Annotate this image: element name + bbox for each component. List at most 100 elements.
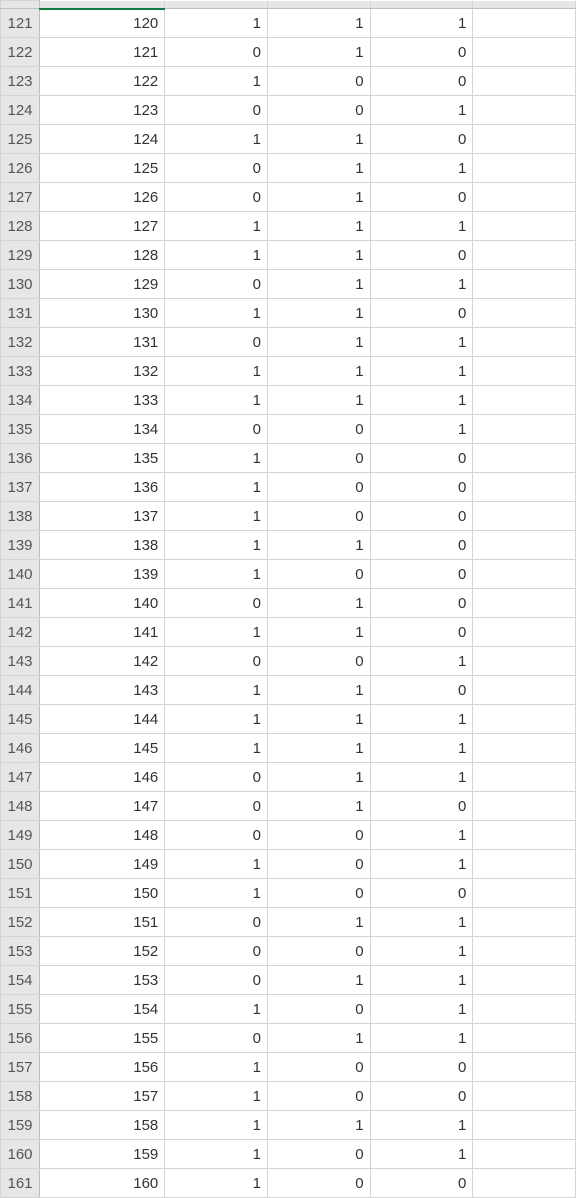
column-header-row[interactable] [1, 1, 576, 9]
cell[interactable]: 0 [165, 270, 268, 299]
cell[interactable]: 0 [165, 38, 268, 67]
cell[interactable] [473, 415, 576, 444]
cell[interactable]: 1 [370, 763, 473, 792]
cell[interactable]: 1 [267, 734, 370, 763]
cell[interactable]: 1 [267, 328, 370, 357]
cell[interactable] [473, 299, 576, 328]
cell[interactable]: 0 [370, 125, 473, 154]
cell[interactable] [473, 647, 576, 676]
cell[interactable]: 135 [40, 444, 165, 473]
cell[interactable]: 151 [40, 908, 165, 937]
cell[interactable]: 1 [165, 1169, 268, 1198]
cell[interactable]: 1 [165, 850, 268, 879]
cell[interactable]: 0 [267, 1169, 370, 1198]
cell[interactable] [473, 67, 576, 96]
cell[interactable] [473, 1169, 576, 1198]
cell[interactable]: 1 [370, 647, 473, 676]
cell[interactable]: 1 [267, 183, 370, 212]
cell[interactable]: 147 [40, 792, 165, 821]
cell[interactable]: 0 [370, 67, 473, 96]
cell[interactable]: 1 [370, 212, 473, 241]
cell[interactable]: 0 [370, 183, 473, 212]
column-header-d[interactable] [370, 1, 473, 9]
cell[interactable] [473, 966, 576, 995]
row-header[interactable]: 136 [1, 444, 40, 473]
cell[interactable] [473, 560, 576, 589]
row-header[interactable]: 130 [1, 270, 40, 299]
cell[interactable]: 1 [267, 792, 370, 821]
cell[interactable]: 1 [165, 444, 268, 473]
cell[interactable]: 1 [267, 705, 370, 734]
cell[interactable]: 146 [40, 763, 165, 792]
cell[interactable]: 142 [40, 647, 165, 676]
cell[interactable]: 0 [370, 473, 473, 502]
cell[interactable]: 1 [267, 1024, 370, 1053]
cell[interactable]: 0 [267, 415, 370, 444]
cell[interactable]: 1 [267, 618, 370, 647]
cell[interactable] [473, 531, 576, 560]
cell[interactable]: 1 [165, 705, 268, 734]
cell[interactable]: 1 [165, 995, 268, 1024]
cell[interactable] [473, 328, 576, 357]
row-header[interactable]: 148 [1, 792, 40, 821]
cell[interactable]: 1 [165, 67, 268, 96]
cell[interactable]: 0 [165, 96, 268, 125]
cell[interactable]: 124 [40, 125, 165, 154]
cell[interactable]: 0 [370, 589, 473, 618]
row-header[interactable]: 161 [1, 1169, 40, 1198]
cell[interactable] [473, 1053, 576, 1082]
cell[interactable]: 0 [267, 502, 370, 531]
cell[interactable] [473, 763, 576, 792]
row-header[interactable]: 122 [1, 38, 40, 67]
cell[interactable]: 129 [40, 270, 165, 299]
cell[interactable]: 1 [267, 270, 370, 299]
cell[interactable]: 1 [165, 241, 268, 270]
cell[interactable]: 141 [40, 618, 165, 647]
cell[interactable]: 159 [40, 1140, 165, 1169]
cell[interactable] [473, 1111, 576, 1140]
row-header[interactable]: 146 [1, 734, 40, 763]
cell[interactable]: 0 [267, 1053, 370, 1082]
cell[interactable]: 0 [370, 531, 473, 560]
cell[interactable]: 1 [165, 560, 268, 589]
cell[interactable]: 1 [370, 966, 473, 995]
cell[interactable]: 0 [370, 792, 473, 821]
cell[interactable]: 0 [370, 241, 473, 270]
cell[interactable] [473, 38, 576, 67]
cell[interactable] [473, 1082, 576, 1111]
cell[interactable]: 1 [370, 705, 473, 734]
row-header[interactable]: 133 [1, 357, 40, 386]
row-header[interactable]: 150 [1, 850, 40, 879]
cell[interactable]: 1 [267, 125, 370, 154]
cell[interactable]: 1 [267, 1111, 370, 1140]
row-header[interactable]: 129 [1, 241, 40, 270]
select-all-corner[interactable] [1, 1, 40, 9]
cell[interactable] [473, 618, 576, 647]
cell[interactable]: 0 [370, 618, 473, 647]
cell[interactable]: 156 [40, 1053, 165, 1082]
cell[interactable]: 1 [165, 1140, 268, 1169]
cell[interactable] [473, 241, 576, 270]
cell[interactable] [473, 96, 576, 125]
row-header[interactable]: 137 [1, 473, 40, 502]
cell[interactable] [473, 502, 576, 531]
cell[interactable]: 1 [267, 966, 370, 995]
cell[interactable]: 123 [40, 96, 165, 125]
cell[interactable] [473, 589, 576, 618]
cell[interactable]: 0 [370, 444, 473, 473]
row-header[interactable]: 140 [1, 560, 40, 589]
cell[interactable]: 1 [165, 879, 268, 908]
cell[interactable]: 126 [40, 183, 165, 212]
cell[interactable]: 0 [370, 299, 473, 328]
cell[interactable]: 0 [370, 560, 473, 589]
cell[interactable]: 132 [40, 357, 165, 386]
cell[interactable]: 1 [267, 38, 370, 67]
cell[interactable] [473, 995, 576, 1024]
cell[interactable] [473, 183, 576, 212]
cell[interactable]: 153 [40, 966, 165, 995]
cell[interactable]: 1 [370, 96, 473, 125]
cell[interactable]: 150 [40, 879, 165, 908]
cell[interactable]: 1 [370, 1111, 473, 1140]
cell[interactable]: 149 [40, 850, 165, 879]
cell[interactable] [473, 1024, 576, 1053]
